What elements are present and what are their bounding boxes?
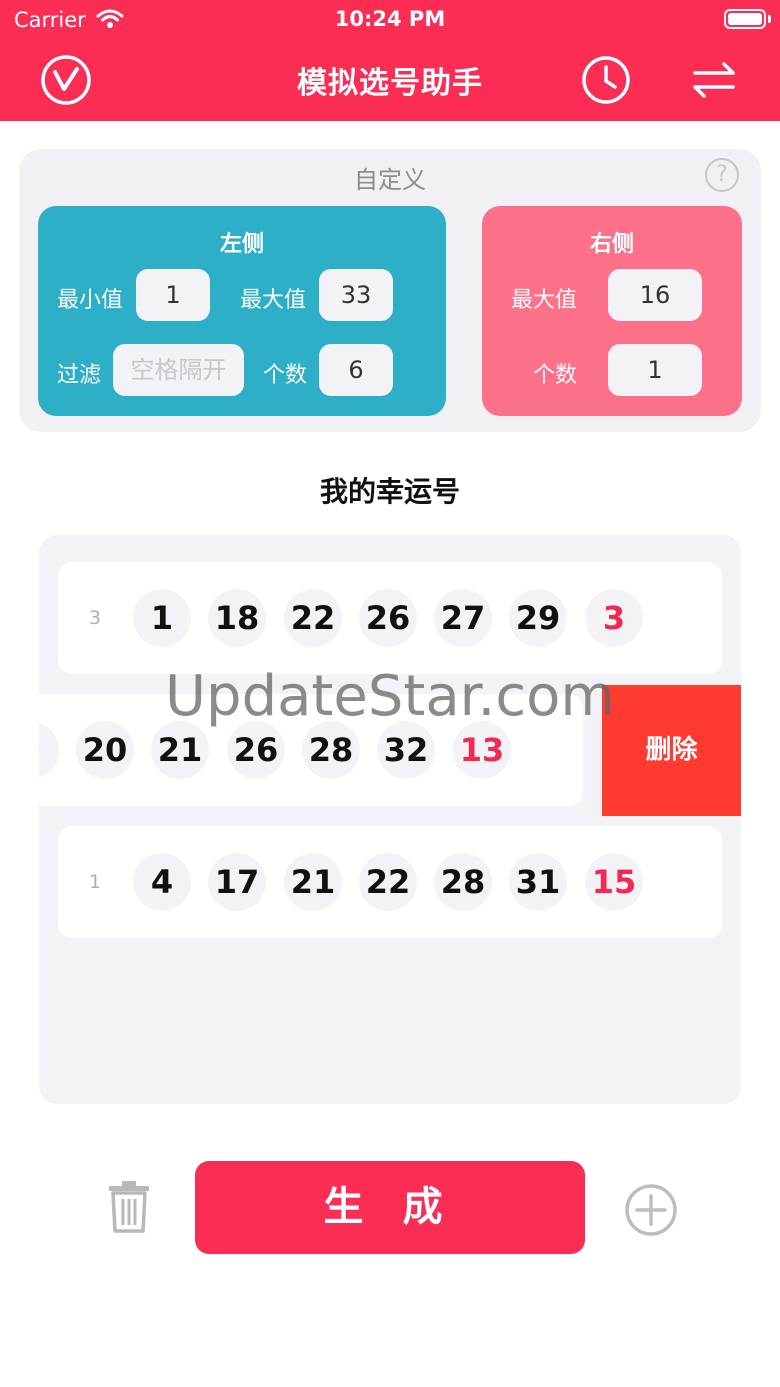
red-ball: 9 [39, 721, 59, 779]
custom-title: 自定义 [354, 166, 426, 194]
red-ball: 4 [133, 853, 191, 911]
max-label: 最大值 [240, 288, 307, 313]
row-index: 3 [88, 607, 102, 629]
status-time: 10:24 PM [334, 7, 446, 31]
right-panel-title: 右侧 [589, 232, 634, 257]
swap-arrows-icon[interactable] [688, 54, 740, 106]
delete-button[interactable]: 删除 [602, 685, 741, 816]
right-max-value-input[interactable]: 16 [608, 269, 702, 321]
min-value-input[interactable]: 1 [136, 269, 210, 321]
red-ball: 22 [359, 853, 417, 911]
list-item[interactable]: 3 1 18 22 26 27 29 3 [58, 562, 722, 674]
filter-input[interactable]: 空格隔开 [113, 344, 244, 396]
left-panel-title: 左侧 [219, 232, 264, 257]
header-bar: Carrier 10:24 PM 模拟选号助手 [0, 0, 780, 121]
red-ball: 21 [284, 853, 342, 911]
trash-icon[interactable] [106, 1180, 152, 1238]
filter-label: 过滤 [57, 363, 102, 388]
add-circle-icon[interactable] [624, 1183, 678, 1241]
help-icon[interactable]: ? [705, 158, 739, 192]
count-value-input[interactable]: 6 [319, 344, 393, 396]
red-ball: 21 [151, 721, 209, 779]
right-count-value-input[interactable]: 1 [608, 344, 702, 396]
right-max-label: 最大值 [511, 288, 578, 313]
blue-ball: 3 [585, 589, 643, 647]
row-index: 1 [88, 871, 102, 893]
red-ball: 26 [359, 589, 417, 647]
clock-icon[interactable] [580, 54, 632, 106]
right-count-label: 个数 [533, 363, 578, 388]
list-item[interactable]: 1 4 17 21 22 28 31 15 [58, 826, 722, 938]
right-panel: 右侧 最大值 16 个数 1 [482, 206, 742, 416]
lucky-numbers-title: 我的幸运号 [319, 475, 460, 508]
custom-settings-card: 自定义 ? 左侧 最小值 1 最大值 33 过滤 空格隔开 个数 6 右侧 最大… [19, 149, 761, 432]
red-ball: 31 [509, 853, 567, 911]
list-item-swiped[interactable]: 9 20 21 26 28 32 13 [39, 694, 583, 806]
lucky-number-list[interactable]: 3 1 18 22 26 27 29 3 9 20 21 26 28 32 13… [39, 535, 741, 1104]
red-ball: 18 [208, 589, 266, 647]
max-value-input[interactable]: 33 [319, 269, 393, 321]
red-ball: 20 [76, 721, 134, 779]
blue-ball: 13 [453, 721, 511, 779]
red-ball: 27 [434, 589, 492, 647]
page-title: 模拟选号助手 [297, 66, 483, 101]
red-ball: 28 [302, 721, 360, 779]
generate-button[interactable]: 生 成 [195, 1161, 585, 1254]
red-ball: 29 [509, 589, 567, 647]
blue-ball: 15 [585, 853, 643, 911]
count-label: 个数 [263, 363, 308, 388]
red-ball: 32 [377, 721, 435, 779]
battery-icon [724, 9, 766, 29]
red-ball: 28 [434, 853, 492, 911]
battery-nub [768, 15, 771, 23]
red-ball: 26 [227, 721, 285, 779]
red-ball: 1 [133, 589, 191, 647]
red-ball: 17 [208, 853, 266, 911]
left-panel: 左侧 最小值 1 最大值 33 过滤 空格隔开 个数 6 [38, 206, 446, 416]
min-label: 最小值 [57, 288, 124, 313]
red-ball: 22 [284, 589, 342, 647]
